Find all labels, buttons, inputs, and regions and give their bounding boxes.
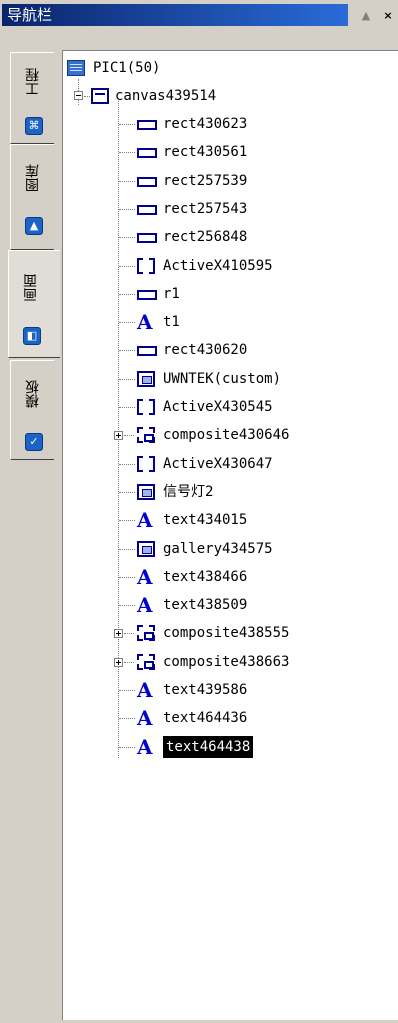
text-icon: A <box>137 565 153 589</box>
tree-connector <box>119 181 135 182</box>
canvas-icon <box>91 88 109 104</box>
tree-connector <box>119 379 135 380</box>
tree-item-label: rect430561 <box>163 144 248 160</box>
activex-icon <box>137 399 155 415</box>
tree-connector <box>119 718 135 719</box>
tree-panel[interactable]: PIC1(50) canvas439514 rect430623 rect4305… <box>62 50 398 1020</box>
composite-icon <box>137 427 155 443</box>
tree-connector <box>119 464 135 465</box>
tree-item-label: t1 <box>163 314 180 330</box>
tree-connector <box>119 520 135 521</box>
text-icon: A <box>137 593 153 617</box>
expand-toggle[interactable] <box>114 658 123 667</box>
tree-connector <box>84 96 90 97</box>
rect-icon <box>137 120 157 130</box>
collapse-toggle[interactable] <box>74 91 83 100</box>
tree-connector <box>119 492 135 493</box>
tree-item-label: composite438663 <box>163 654 290 670</box>
tree-node-canvas-label: canvas439514 <box>115 88 217 104</box>
tree-connector <box>119 124 135 125</box>
activex-icon <box>137 258 155 274</box>
expand-toggle[interactable] <box>114 629 123 638</box>
composite-icon <box>137 654 155 670</box>
tree-connector <box>119 266 135 267</box>
tree-connector <box>119 322 135 323</box>
rect-icon <box>137 233 157 243</box>
tree-item-label: rect430623 <box>163 116 248 132</box>
tree-item-label: rect256848 <box>163 229 248 245</box>
project-icon: ⌘ <box>25 117 43 135</box>
close-icon[interactable]: × <box>380 8 396 24</box>
custom-icon <box>137 371 155 387</box>
tab-screen-label: 画面 <box>23 274 39 302</box>
tree-root-label: PIC1(50) <box>93 60 161 76</box>
tab-template-label: 模板 <box>25 380 41 408</box>
gallery-icon: ▲ <box>25 217 43 235</box>
tree-item-label: text464436 <box>163 710 248 726</box>
tree-item-label: text434015 <box>163 512 248 528</box>
tree-connector <box>119 407 135 408</box>
text-icon: A <box>137 735 153 759</box>
tree-connector <box>119 152 135 153</box>
pin-arrow-icon[interactable]: ▲ <box>358 8 374 24</box>
tab-screen[interactable]: 画面 ◧ <box>8 250 60 358</box>
side-tab-strip: 工程 ⌘ 图库 ▲ 画面 ◧ 模板 ✓ <box>0 30 60 1023</box>
tree-connector <box>119 294 135 295</box>
text-icon: A <box>137 508 153 532</box>
tree-item-label: text439586 <box>163 682 248 698</box>
composite-icon <box>137 625 155 641</box>
rect-icon <box>137 148 157 158</box>
tree-item-label: composite438555 <box>163 625 290 641</box>
panel-titlebar: 导航栏 ▲ × <box>0 0 398 30</box>
text-icon: A <box>137 706 153 730</box>
text-icon: A <box>137 310 153 334</box>
screen-icon: ◧ <box>23 327 41 345</box>
tree-item-label: r1 <box>163 286 180 302</box>
tree-connector <box>119 237 135 238</box>
tree-item-label: composite430646 <box>163 427 290 443</box>
rect-icon <box>137 177 157 187</box>
tree-connector <box>119 577 135 578</box>
expand-toggle[interactable] <box>114 431 123 440</box>
custom-icon <box>137 541 155 557</box>
tree-item-label: text438509 <box>163 597 248 613</box>
activex-icon <box>137 456 155 472</box>
tab-project[interactable]: 工程 ⌘ <box>10 52 54 144</box>
template-icon: ✓ <box>25 433 43 451</box>
text-icon: A <box>137 678 153 702</box>
rect-icon <box>137 205 157 215</box>
custom-icon <box>137 484 155 500</box>
tree-connector <box>119 209 135 210</box>
panel-title: 导航栏 <box>7 6 53 24</box>
tree-connector <box>119 549 135 550</box>
tree-item-label: ActiveX430545 <box>163 399 273 415</box>
tree-item-label: 信号灯2 <box>163 484 214 500</box>
tab-gallery-label: 图库 <box>25 164 41 192</box>
tree-item-label: gallery434575 <box>163 541 273 557</box>
tab-gallery[interactable]: 图库 ▲ <box>10 144 54 250</box>
tree-item-label: ActiveX410595 <box>163 258 273 274</box>
picture-icon <box>67 60 85 76</box>
tree-item-label: ActiveX430647 <box>163 456 273 472</box>
rect-icon <box>137 290 157 300</box>
title-active-bar: 导航栏 <box>2 4 348 26</box>
tree-connector <box>124 435 134 436</box>
tree-item-label-selected: text464438 <box>163 736 254 758</box>
tree-connector <box>119 747 135 748</box>
tree-connector <box>119 690 135 691</box>
tree-connector <box>124 662 134 663</box>
tab-project-label: 工程 <box>25 68 41 96</box>
tree-item-label: UWNTEK(custom) <box>163 371 282 387</box>
tree-connector <box>119 350 135 351</box>
tree-item-label: rect257543 <box>163 201 248 217</box>
tab-template[interactable]: 模板 ✓ <box>10 360 54 460</box>
tree-item-label: rect257539 <box>163 173 248 189</box>
rect-icon <box>137 346 157 356</box>
tree-item-label: text438466 <box>163 569 248 585</box>
tree-connector <box>119 605 135 606</box>
tree-connector <box>124 633 134 634</box>
tree-item-label: rect430620 <box>163 342 248 358</box>
